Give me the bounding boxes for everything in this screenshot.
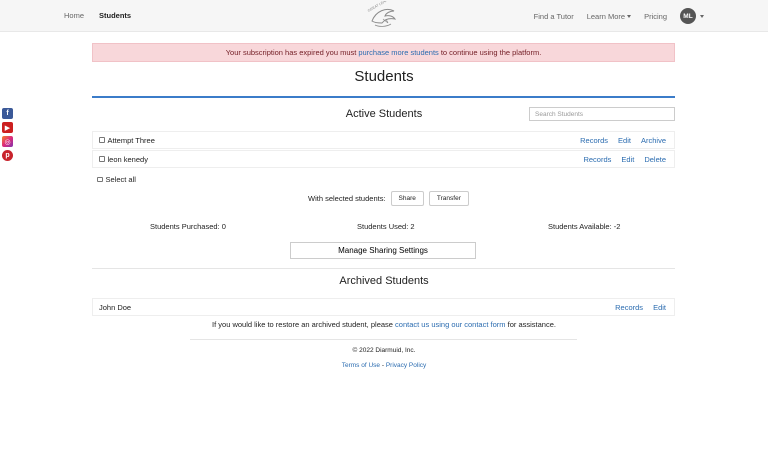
alert-text-before: Your subscription has expired you must [225,48,357,57]
select-all-checkbox[interactable] [97,176,103,183]
edit-link[interactable]: Edit [618,136,631,145]
manage-sharing-button[interactable]: Manage Sharing Settings [290,242,476,259]
pinterest-icon[interactable]: p [2,150,13,161]
select-all-label: Select all [105,175,136,184]
delete-link[interactable]: Delete [644,155,666,164]
contact-form-link[interactable]: contact us using our contact form [395,320,505,329]
chevron-down-icon [627,15,632,19]
nav-home-link[interactable]: Home [64,11,84,20]
title-divider [92,96,675,98]
alert-text-after: to continue using the platform. [440,48,542,57]
footer-divider [190,339,577,340]
section-divider [92,268,675,269]
restore-text-before: If you would like to restore an archived… [212,320,393,329]
student-checkbox[interactable] [99,137,105,143]
edit-link[interactable]: Edit [621,155,634,164]
restore-text-after: for assistance. [507,320,556,329]
page-title: Students [354,68,414,85]
bulk-actions: With selected students: Share Transfer [308,191,469,206]
avatar: ML [680,8,696,24]
student-name-cell: John Doe [99,303,615,312]
restore-notice: If you would like to restore an archived… [0,320,768,329]
terms-link[interactable]: Terms of Use [342,362,380,369]
student-actions: Records Edit Delete [583,155,666,164]
nav-learn-more-dropdown[interactable]: Learn More [586,11,632,21]
student-row: Attempt Three Records Edit Archive [92,131,675,149]
student-name-cell: leon kenedy [99,155,583,164]
privacy-link[interactable]: Privacy Policy [386,362,426,369]
archived-student-row: John Doe Records Edit [92,298,675,316]
great-leaps-logo[interactable]: GREAT LEAPS [366,1,400,31]
archive-link[interactable]: Archive [641,136,666,145]
navbar: Home Students GREAT LEAPS Find a Tutor L… [0,0,768,32]
student-name: leon kenedy [107,154,148,164]
nav-left: Home Students [64,11,131,20]
chevron-down-icon [700,14,704,18]
students-used: Students Used: 2 [357,222,415,231]
user-menu[interactable]: ML [680,8,704,24]
nav-pricing-link[interactable]: Pricing [644,12,667,21]
students-purchased: Students Purchased: 0 [150,222,226,231]
copyright: © 2022 Diarmuid, Inc. [352,347,416,354]
student-name-cell: Attempt Three [99,136,580,145]
student-name: John Doe [99,302,132,312]
student-row: leon kenedy Records Edit Delete [92,150,675,168]
learn-more-label: Learn More [586,11,626,21]
archived-students-heading: Archived Students [339,275,429,287]
with-selected-label: With selected students: [308,194,386,203]
records-link[interactable]: Records [615,303,643,312]
records-link[interactable]: Records [580,136,608,145]
student-actions: Records Edit Archive [580,136,666,145]
share-button[interactable]: Share [390,191,424,206]
footer-link-divider: - [381,362,384,369]
transfer-button[interactable]: Transfer [428,191,469,206]
nav-find-tutor-link[interactable]: Find a Tutor [534,12,574,21]
records-link[interactable]: Records [583,155,611,164]
student-name: Attempt Three [107,135,155,145]
logo-text: GREAT LEAPS [367,1,391,13]
select-all[interactable]: Select all [97,175,136,184]
subscription-alert: Your subscription has expired you must p… [92,43,675,62]
edit-link[interactable]: Edit [653,303,666,312]
nav-right: Find a Tutor Learn More Pricing ML [534,8,704,24]
student-actions: Records Edit [615,303,666,312]
nav-students-link[interactable]: Students [99,11,131,20]
student-checkbox[interactable] [99,156,105,162]
youtube-icon[interactable]: ▶ [2,122,13,133]
search-input[interactable]: Search Students [529,107,675,121]
students-available: Students Available: -2 [548,222,621,231]
purchase-students-link[interactable]: purchase more students [358,48,438,57]
instagram-icon[interactable]: ◎ [2,136,13,147]
footer-links: Terms of Use - Privacy Policy [0,362,768,369]
